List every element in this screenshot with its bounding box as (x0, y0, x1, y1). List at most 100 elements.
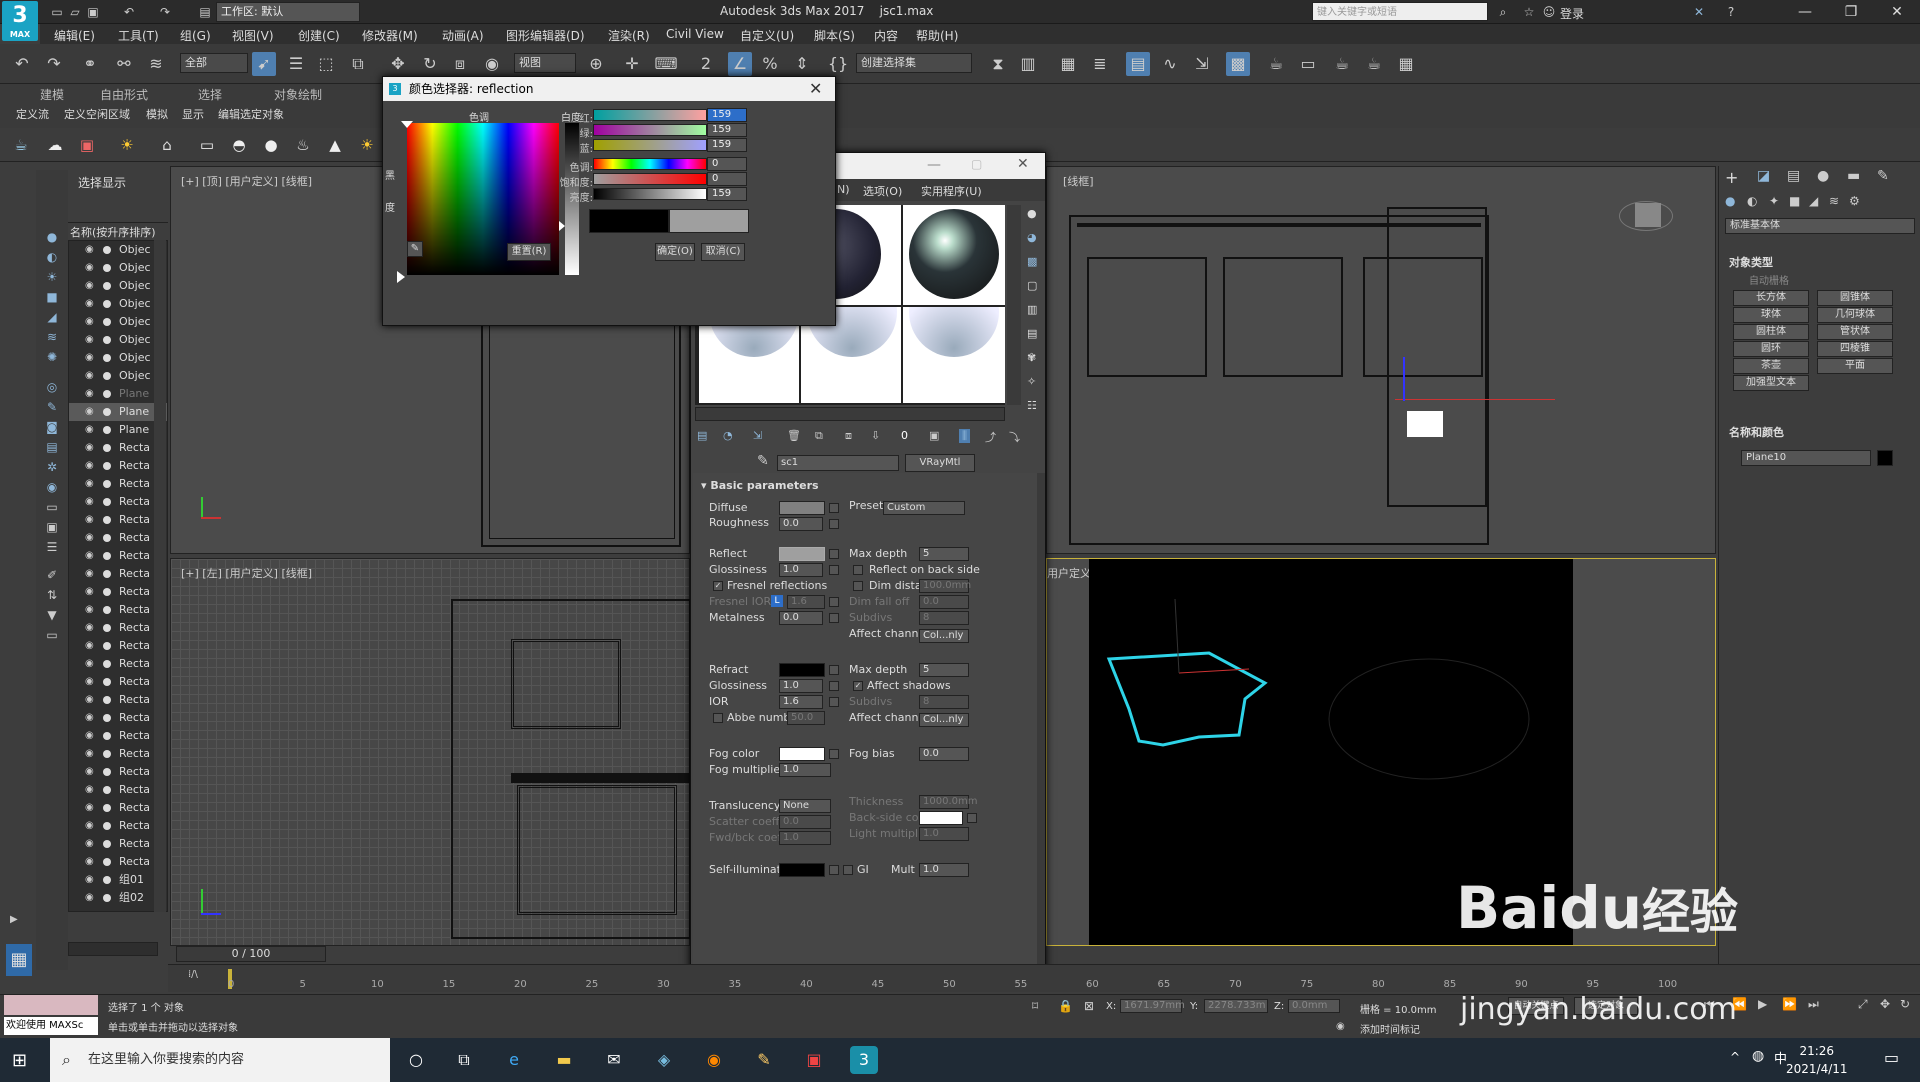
visibility-eye-icon[interactable]: ◉ (85, 421, 94, 439)
render-frame-icon[interactable]: ▣ (76, 134, 98, 156)
render-bulb-icon[interactable] (103, 858, 111, 866)
visibility-eye-icon[interactable]: ◉ (85, 457, 94, 475)
ribbon-sub-display[interactable]: 显示 (182, 106, 204, 122)
help-icon[interactable]: ? (1722, 3, 1740, 21)
menu-content[interactable]: 内容 (874, 27, 898, 44)
go-sibling-icon[interactable]: ⤵ (1009, 429, 1020, 445)
keyboard-shortcut-icon[interactable]: ⌨ (654, 52, 678, 76)
sun-icon[interactable]: ☀ (356, 134, 378, 156)
sort-icon[interactable]: ⇅ (42, 588, 62, 604)
category-dropdown[interactable]: 标准基本体 (1725, 218, 1915, 234)
schematic-view-icon[interactable]: ⇲ (1190, 52, 1214, 76)
link-icon[interactable]: ⚭ (78, 52, 102, 76)
firefox-icon[interactable]: ◉ (700, 1046, 728, 1074)
backside-color-swatch[interactable] (919, 811, 963, 825)
reflect-back-checkbox[interactable] (853, 565, 863, 575)
cloud-icon[interactable]: ☁ (44, 134, 66, 156)
whiteness-marker[interactable] (559, 221, 565, 231)
modify-tab-icon[interactable]: ◪ (1757, 168, 1770, 184)
abbe-checkbox[interactable] (713, 713, 723, 723)
show-in-viewport-icon[interactable]: ▣ (929, 429, 939, 442)
render-bulb-icon[interactable] (103, 570, 111, 578)
put-library-icon[interactable]: ⇩ (871, 429, 880, 442)
blue-slider[interactable] (593, 139, 707, 151)
filter-icon[interactable]: ▼ (42, 608, 62, 624)
list-item[interactable]: ◉ Recta (69, 457, 167, 475)
menu-graph-editors[interactable]: 图形编辑器(D) (506, 27, 585, 44)
viewport-left[interactable]: [+] [左] [用户定义] [线框] (170, 558, 691, 946)
undo-icon[interactable]: ↶ (120, 3, 138, 21)
render-bulb-icon[interactable] (103, 480, 111, 488)
create-tab-icon[interactable]: + (1725, 168, 1738, 187)
list-item[interactable]: ◉ Recta (69, 655, 167, 673)
name-color-rollout[interactable]: 名称和颜色 (1729, 424, 1784, 440)
object-list[interactable]: ◉ Objec ◉ Objec ◉ Objec ◉ Objec ◉ Objec ◉ Objec ◉ Obj… (68, 240, 168, 912)
render-bulb-icon[interactable] (103, 444, 111, 452)
document-icon[interactable]: ▭ (42, 500, 62, 516)
visibility-eye-icon[interactable]: ◉ (85, 313, 94, 331)
menu-create[interactable]: 创建(C) (298, 27, 340, 44)
taskbar-search-input[interactable]: 在这里输入你要搜索的内容 (50, 1038, 390, 1082)
reference-coord-dropdown[interactable]: 视图 (514, 53, 576, 73)
visibility-eye-icon[interactable]: ◉ (85, 601, 94, 619)
primitive-button[interactable]: 加强型文本 (1733, 375, 1809, 391)
render-bulb-icon[interactable] (103, 498, 111, 506)
visibility-eye-icon[interactable]: ◉ (85, 385, 94, 403)
list-scrollbar[interactable] (154, 240, 166, 912)
value-spinner[interactable]: 159 (707, 187, 747, 201)
ribbon-sub-define-idle[interactable]: 定义空闲区域 (64, 106, 130, 122)
x-coordinate[interactable]: 1671.97mm (1120, 999, 1185, 1013)
percent-snap-icon[interactable]: % (758, 52, 782, 76)
redo-icon[interactable]: ↷ (42, 52, 66, 76)
maximize-button[interactable]: ❐ (1828, 0, 1874, 24)
list-item[interactable]: ◉ Objec (69, 259, 167, 277)
list-item[interactable]: ◉ Recta (69, 475, 167, 493)
navigator-icon[interactable]: ☷ (1027, 399, 1037, 412)
diffuse-swatch[interactable] (779, 501, 825, 515)
tray-up-icon[interactable]: ^ (1730, 1050, 1740, 1064)
visibility-eye-icon[interactable]: ◉ (85, 439, 94, 457)
render-bulb-icon[interactable] (103, 372, 111, 380)
camera-icon[interactable]: ⌂ (156, 134, 178, 156)
green-spinner[interactable]: 159 (707, 123, 747, 137)
camera-icon[interactable]: ■ (42, 290, 62, 306)
login-link[interactable]: 登录 (1560, 5, 1584, 22)
render-bulb-icon[interactable] (103, 786, 111, 794)
add-time-tag[interactable]: 添加时间标记 (1360, 1021, 1420, 1036)
visibility-eye-icon[interactable]: ◉ (85, 277, 94, 295)
windows-start-icon[interactable]: ⊞ (12, 1050, 27, 1071)
undo-icon[interactable]: ↶ (10, 52, 34, 76)
visibility-eye-icon[interactable]: ◉ (85, 799, 94, 817)
max-depth-spinner[interactable]: 5 (919, 547, 969, 561)
fresnel-ior-map-button[interactable] (829, 597, 839, 607)
dim-distance-checkbox[interactable] (853, 581, 863, 591)
render-bulb-icon[interactable] (103, 678, 111, 686)
list-item[interactable]: ◉ Recta (69, 763, 167, 781)
app-icon-photo[interactable]: ▣ (800, 1046, 828, 1074)
primitive-button[interactable]: 四棱锥 (1817, 341, 1893, 357)
reset-button[interactable]: 重置(R) (507, 243, 551, 261)
render-bulb-icon[interactable] (103, 246, 111, 254)
visibility-eye-icon[interactable]: ◉ (85, 835, 94, 853)
rollout-scrollbar[interactable] (1037, 473, 1045, 973)
visibility-eye-icon[interactable]: ◉ (85, 889, 94, 907)
snaps-toggle-icon[interactable]: 2 (694, 52, 718, 76)
object-color-swatch[interactable] (1877, 450, 1893, 466)
menu-animation[interactable]: 动画(A) (442, 27, 484, 44)
viewport-front[interactable]: [线框] (1046, 166, 1716, 554)
gi-checkbox[interactable] (843, 865, 853, 875)
explorer-tab-display[interactable]: 显示 (102, 174, 126, 191)
reflect-swatch[interactable] (779, 547, 825, 561)
cone-icon[interactable]: ▲ (324, 134, 346, 156)
fog-multiplier-spinner[interactable]: 1.0 (779, 763, 831, 777)
saturation-slider[interactable] (593, 173, 707, 185)
visibility-eye-icon[interactable]: ◉ (85, 403, 94, 421)
sample-vscroll[interactable] (1007, 205, 1021, 405)
list-item[interactable]: ◉ Objec (69, 367, 167, 385)
menu-civil-view[interactable]: Civil View (666, 27, 724, 41)
menu-tools[interactable]: 工具(T) (118, 27, 159, 44)
eyedropper-icon[interactable]: ✎ (407, 241, 423, 257)
list-item[interactable]: ◉ Recta (69, 709, 167, 727)
isolate-icon[interactable]: ⌑ (1032, 999, 1038, 1013)
list-item[interactable]: ◉ Plane (69, 421, 167, 439)
